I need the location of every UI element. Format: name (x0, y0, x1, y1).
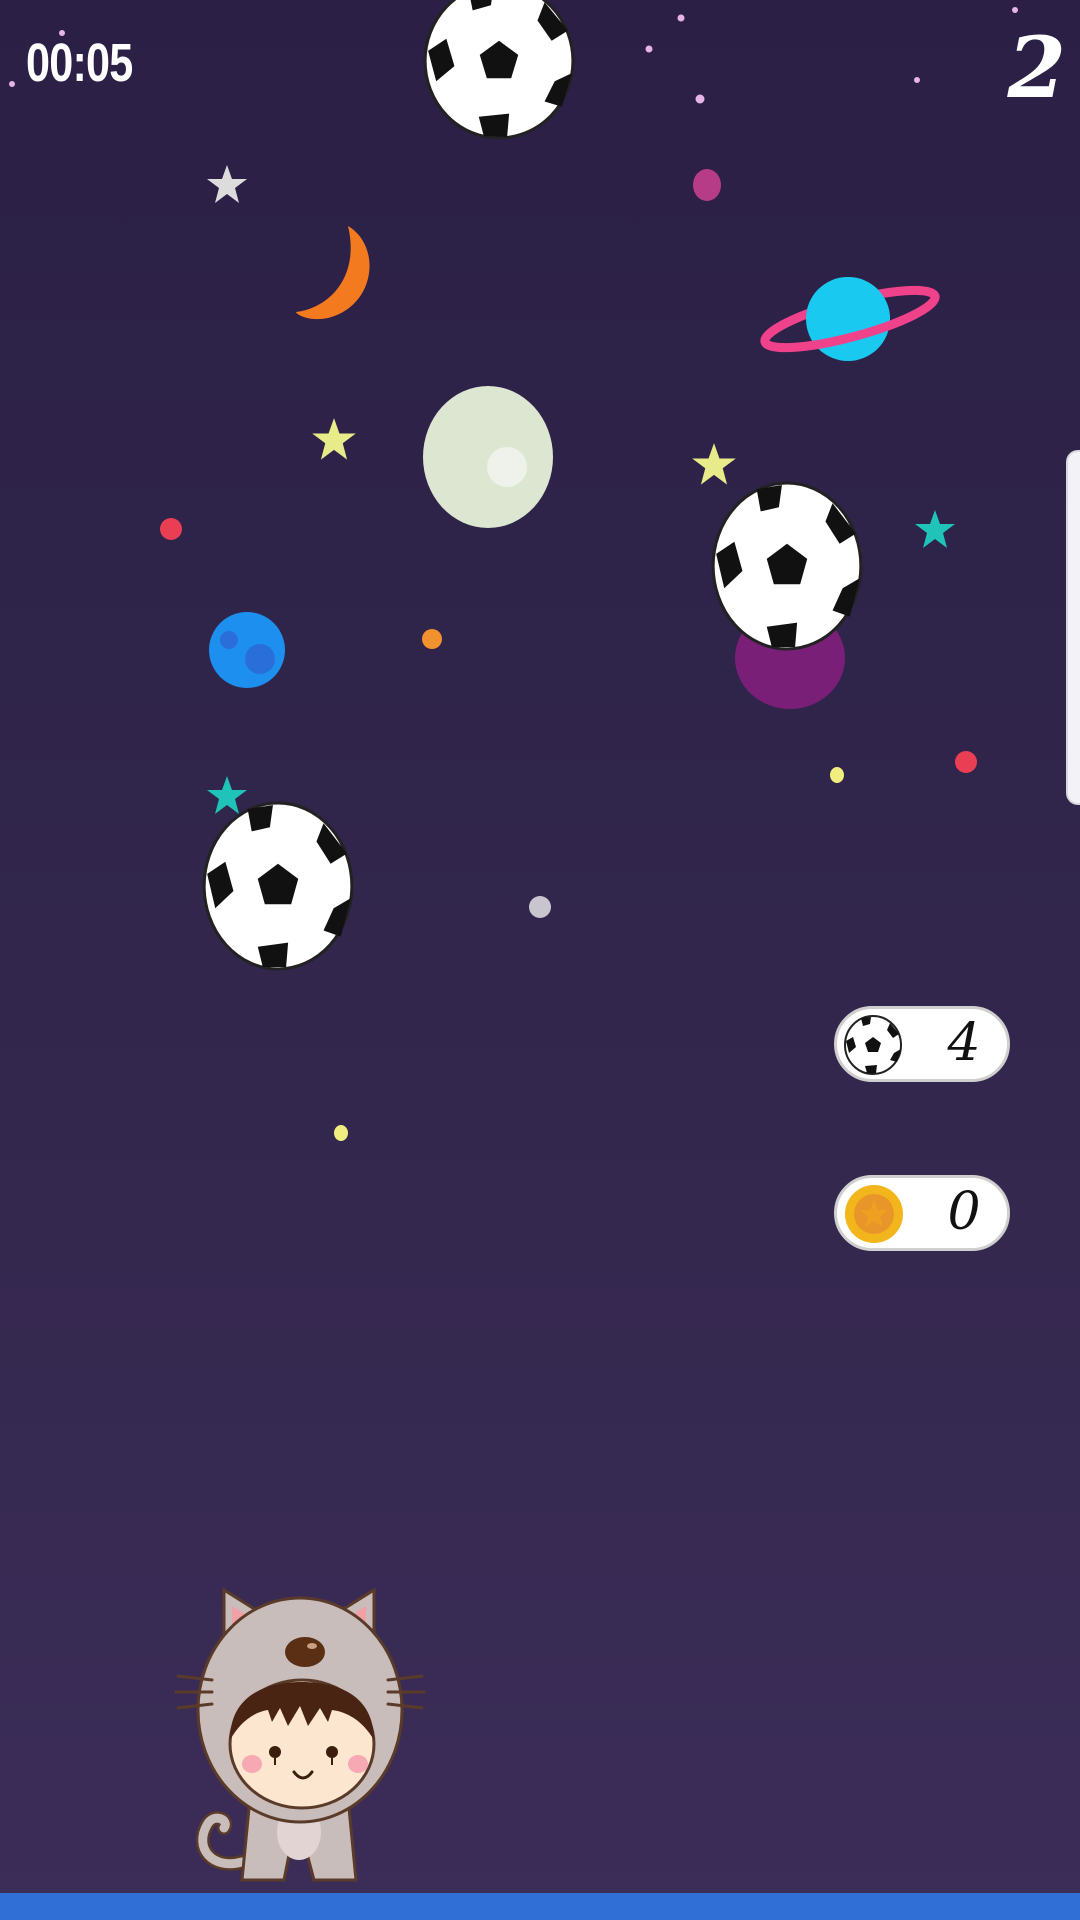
yellow-dot (830, 767, 844, 783)
star-dot (645, 45, 653, 53)
ground-strip (0, 1893, 1080, 1920)
star-dot (914, 77, 920, 83)
crescent-moon-icon (296, 226, 370, 320)
pale-moon-icon (423, 386, 553, 528)
player-cat-kid[interactable] (172, 1580, 432, 1900)
soccer-ball-icon[interactable] (202, 801, 354, 971)
star-dot (695, 94, 705, 104)
yellow-dot (334, 1125, 348, 1141)
pink-dot (693, 169, 721, 201)
coin-star-icon (845, 1185, 903, 1243)
side-panel-handle[interactable] (1066, 450, 1080, 805)
grey-dot (529, 896, 551, 918)
star-icon (207, 165, 247, 203)
coin-count: 0 (947, 1182, 981, 1242)
red-dot (955, 751, 977, 773)
level-number: 2 (1007, 18, 1066, 117)
soccer-ball-icon[interactable] (711, 481, 863, 651)
star-dot (9, 81, 15, 87)
star-dot (1012, 7, 1018, 13)
ball-count: 4 (947, 1013, 981, 1073)
star-icon (915, 510, 955, 548)
ball-counter: 4 (834, 1006, 1010, 1082)
game-timer: 00:05 (26, 33, 133, 93)
star-icon (312, 418, 356, 460)
ringed-planet-icon (760, 277, 940, 361)
star-dot (677, 14, 685, 22)
orange-dot (422, 629, 442, 649)
blue-planet-icon (209, 612, 285, 688)
coin-counter: 0 (834, 1175, 1010, 1251)
soccer-ball-icon (844, 1015, 902, 1075)
soccer-ball-icon[interactable] (423, 0, 575, 140)
red-dot (160, 518, 182, 540)
